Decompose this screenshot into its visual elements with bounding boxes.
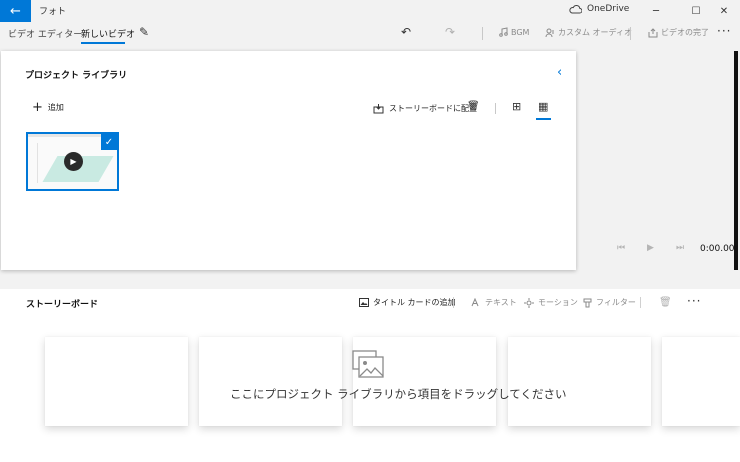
trash-icon[interactable]: 🗑 [467,101,480,112]
preview-area [734,51,738,270]
text-label: テキスト [485,298,517,307]
place-in-storyboard-button[interactable]: ストーリーボードに配置 [373,103,477,114]
cloud-icon [569,4,582,13]
chevron-right-icon: › [66,26,70,37]
person-audio-icon [545,28,554,37]
breadcrumb-video-editor[interactable]: ビデオ エディター [8,27,82,40]
storyboard-slot [508,337,651,426]
finish-video-button[interactable]: ビデオの完了 [648,27,709,38]
title-bar: ← フォト OneDrive ─ ☐ ✕ [0,0,740,22]
preview-play-icon[interactable]: ▶ [647,243,654,253]
collapse-chevron-icon[interactable]: ‹ [557,65,562,80]
motion-icon [524,297,534,308]
bgm-button[interactable]: BGM [499,27,529,37]
maximize-icon: ☐ [691,5,701,17]
project-library-panel: プロジェクト ライブラリ ‹ + 追加 ストーリーボードに配置 🗑 ⊞ ▦ ▶ … [1,51,576,270]
add-media-label: 追加 [47,103,64,112]
storyboard-slot [662,337,740,426]
onedrive-label: OneDrive [587,4,630,14]
add-media-button[interactable]: + 追加 [32,99,64,115]
breadcrumb-underline [81,42,125,44]
media-thumbnail[interactable]: ▶ ✓ [26,132,119,191]
media-placeholder-icon [352,350,384,378]
place-in-storyboard-label: ストーリーボードに配置 [389,104,477,113]
undo-icon[interactable]: ↶ [401,25,411,39]
checkbox-checked-icon[interactable]: ✓ [101,134,117,150]
redo-icon[interactable]: ↷ [445,25,455,39]
rename-pencil-icon[interactable]: ✎ [139,25,149,39]
filter-button[interactable]: フィルター [583,297,636,308]
storyboard-more-icon[interactable]: ··· [687,294,701,308]
close-button[interactable]: ✕ [715,2,733,20]
preview-time: 0:00.00 [700,244,735,254]
minimize-button[interactable]: ─ [647,2,665,20]
back-arrow-icon: ← [10,3,21,19]
export-icon [648,27,658,37]
music-note-icon [499,27,508,37]
minimize-icon: ─ [652,5,660,17]
storyboard-divider [640,297,641,308]
grid-large-view-icon[interactable]: ▦ [538,100,548,113]
storyboard-slot [45,337,188,426]
app-title: フォト [39,7,67,17]
storyboard-empty-message: ここにプロジェクト ライブラリから項目をドラッグしてください [230,387,567,401]
view-selected-indicator [536,118,551,120]
storyboard-divider [453,297,454,308]
motion-label: モーション [538,298,578,307]
text-icon [471,298,479,307]
custom-audio-button[interactable]: カスタム オーディオ [545,27,632,38]
breadcrumb-project-name[interactable]: 新しいビデオ [81,27,135,40]
toolbar-divider [482,27,483,40]
play-glyph: ▶ [70,157,77,166]
storyboard-trash-icon[interactable]: 🗑 [659,297,672,308]
filter-icon [583,298,592,307]
check-glyph: ✓ [104,136,114,148]
plus-icon: + [32,99,43,115]
library-title: プロジェクト ライブラリ [25,71,128,81]
grid-small-view-icon[interactable]: ⊞ [512,100,521,113]
add-title-card-button[interactable]: タイトル カードの追加 [359,297,456,308]
storyboard-slot [199,337,342,426]
add-title-card-label: タイトル カードの追加 [373,298,456,307]
custom-audio-label: カスタム オーディオ [558,28,632,37]
storyboard-title: ストーリーボード [26,300,99,310]
motion-button[interactable]: モーション [524,297,578,308]
editor-toolbar: ビデオ エディター › 新しいビデオ ✎ ↶ ↷ BGM カスタム オーディオ … [0,22,740,46]
more-options-icon[interactable]: ··· [717,24,731,38]
close-icon: ✕ [719,5,729,17]
filter-label: フィルター [596,298,636,307]
bgm-label: BGM [511,27,530,37]
back-button[interactable]: ← [0,0,31,22]
library-divider [495,103,496,114]
toolbar-divider [630,27,631,40]
next-frame-icon[interactable]: ⏭ [676,243,684,253]
previous-frame-icon[interactable]: ⏮ [617,243,625,253]
maximize-button[interactable]: ☐ [687,2,705,20]
text-button[interactable]: テキスト [471,297,517,308]
play-icon[interactable]: ▶ [64,152,83,171]
finish-video-label: ビデオの完了 [661,28,709,37]
place-in-storyboard-icon [373,103,384,113]
thumbnail-side-panel [30,143,38,183]
onedrive-status[interactable]: OneDrive [569,4,629,14]
image-card-icon [359,298,369,307]
